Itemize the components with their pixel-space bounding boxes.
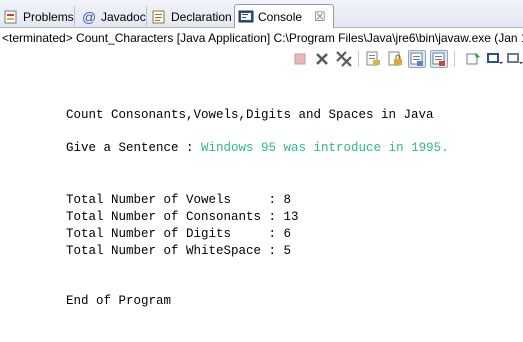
console-output[interactable]: Count Consonants,Vowels,Digits and Space…: [0, 70, 523, 342]
tab-separator: [74, 6, 75, 26]
tab-problems[interactable]: Problems: [0, 5, 74, 28]
user-input-text: Windows 95 was introduce in 1995.: [201, 141, 449, 155]
pin-console-icon[interactable]: [465, 50, 483, 68]
tab-label: Javadoc: [101, 9, 146, 24]
prompt-line: Give a Sentence : Windows 95 was introdu…: [66, 140, 449, 156]
console-icon: [238, 9, 254, 25]
remove-launch-icon[interactable]: [313, 50, 331, 68]
vowels-count-line: Total Number of Vowels : 8: [66, 193, 292, 207]
show-on-stdout-icon[interactable]: [408, 50, 426, 68]
svg-text:@: @: [82, 9, 96, 25]
tab-label: Declaration: [171, 9, 232, 24]
whitespace-count-line: Total Number of WhiteSpace : 5: [66, 244, 292, 258]
end-of-program-line: End of Program: [66, 294, 172, 308]
problems-icon: [3, 9, 19, 25]
toolbar-separator: [358, 51, 359, 67]
tab-declaration[interactable]: Declaration: [148, 5, 232, 28]
program-title-line: Count Consonants,Vowels,Digits and Space…: [66, 108, 434, 122]
show-on-stderr-icon[interactable]: [430, 50, 448, 68]
launch-status-text: <terminated> Count_Characters [Java Appl…: [2, 31, 523, 45]
tab-separator: [146, 6, 147, 26]
remove-all-terminated-icon[interactable]: [335, 50, 353, 68]
console-toolbar: [0, 48, 523, 70]
tab-console[interactable]: Console ☒: [234, 4, 334, 29]
open-console-icon[interactable]: [505, 50, 523, 68]
console-status-bar: <terminated> Count_Characters [Java Appl…: [0, 28, 523, 48]
tab-label: Problems: [23, 9, 74, 24]
prompt-text: Give a Sentence :: [66, 141, 202, 155]
clear-console-icon[interactable]: [364, 50, 382, 68]
tab-label: Console: [258, 10, 303, 24]
view-tab-bar: Problems @ Javadoc Declaration Console ☒: [0, 0, 523, 29]
javadoc-icon: @: [81, 9, 97, 25]
consonants-count-line: Total Number of Consonants : 13: [66, 210, 299, 224]
toolbar-separator: [454, 51, 455, 67]
declaration-icon: [151, 9, 167, 25]
scroll-lock-icon[interactable]: [386, 50, 404, 68]
display-console-icon[interactable]: [485, 50, 503, 68]
digits-count-line: Total Number of Digits : 6: [66, 227, 292, 241]
tab-javadoc[interactable]: @ Javadoc: [78, 5, 146, 28]
terminate-icon[interactable]: [291, 50, 309, 68]
close-icon[interactable]: ☒: [314, 9, 326, 25]
